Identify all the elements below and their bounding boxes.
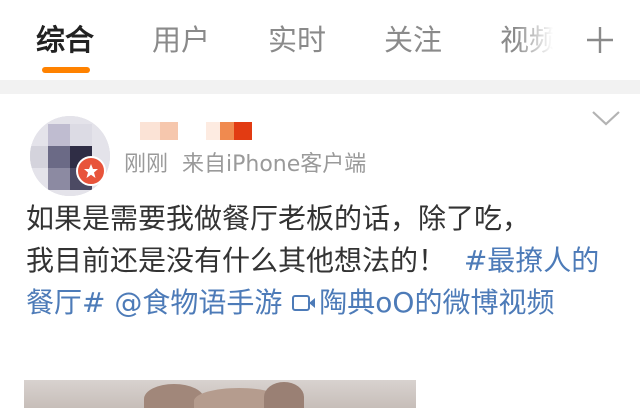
video-link-label: 陶典oO的微博视频 [319, 286, 555, 319]
add-tab-button[interactable] [580, 20, 620, 60]
search-tab-bar: 综合 用户 实时 关注 视频 [0, 0, 640, 80]
post-text-line2: 我目前还是没有什么其他想法的！ [26, 244, 447, 277]
post-video-thumbnail[interactable] [24, 380, 416, 408]
post-time: 刚刚 [124, 152, 169, 177]
post-text-line1: 如果是需要我做餐厅老板的话，除了吃， [26, 202, 531, 235]
verified-badge-icon [84, 164, 98, 178]
tab-overflow-fade [515, 10, 560, 70]
tab-following[interactable]: 关注 [384, 20, 442, 60]
tab-realtime[interactable]: 实时 [268, 20, 326, 60]
mention-link[interactable]: @食物语手游 [114, 286, 282, 319]
verified-badge [76, 156, 106, 186]
chevron-down-icon [592, 111, 620, 126]
plus-icon [587, 27, 613, 53]
post-more-button[interactable] [590, 106, 622, 130]
tab-users[interactable]: 用户 [152, 20, 210, 60]
username-redacted[interactable] [128, 122, 278, 140]
tab-comprehensive[interactable]: 综合 [36, 20, 94, 60]
video-link[interactable]: 陶典oO的微博视频 [291, 286, 554, 319]
active-tab-indicator [42, 67, 90, 73]
post-meta: 刚刚 来自iPhone客户端 [124, 146, 366, 178]
video-link-icon [291, 292, 317, 314]
post-text: 如果是需要我做餐厅老板的话，除了吃， 我目前还是没有什么其他想法的！ #最撩人的… [26, 198, 616, 324]
section-divider [0, 80, 640, 94]
post-source: 来自iPhone客户端 [182, 152, 367, 177]
weibo-post: 刚刚 来自iPhone客户端 如果是需要我做餐厅老板的话，除了吃， 我目前还是没有… [0, 94, 640, 408]
